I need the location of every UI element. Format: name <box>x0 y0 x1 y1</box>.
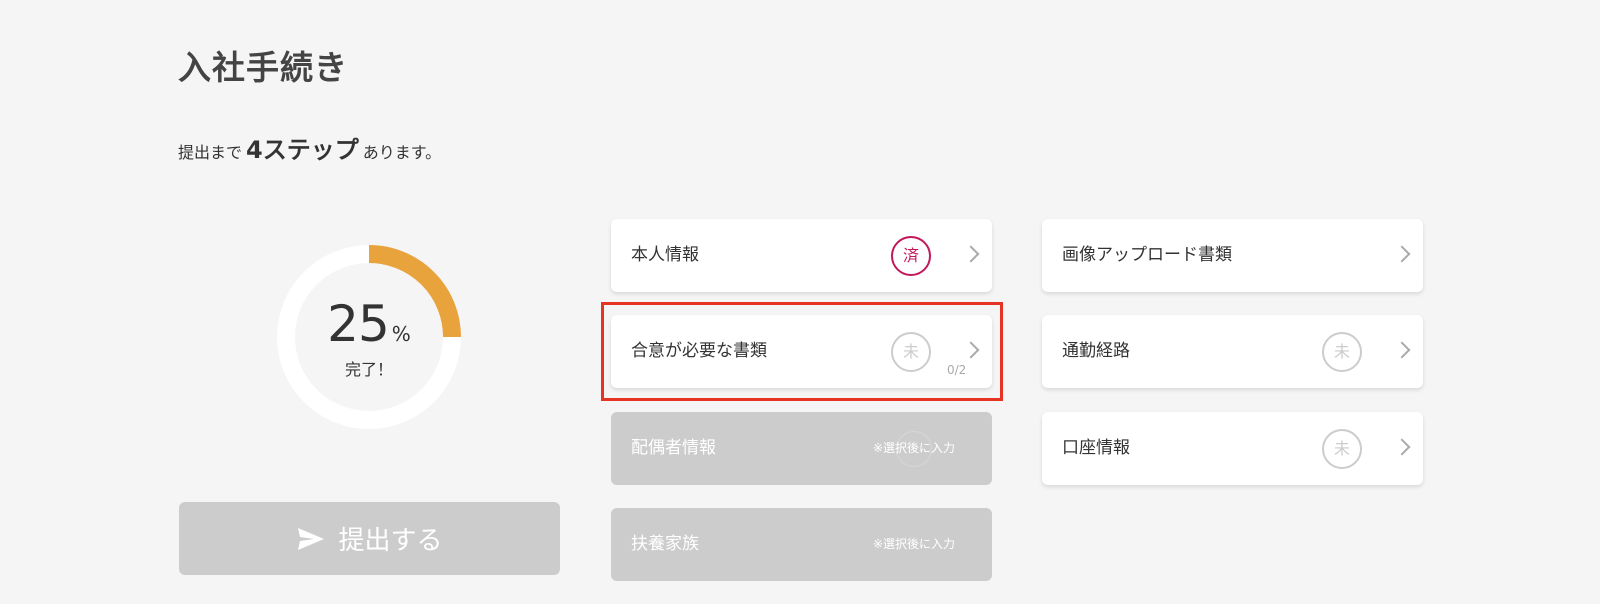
card-label: 画像アップロード書類 <box>1062 245 1232 265</box>
card-personal-info[interactable]: 本人情報 済 <box>611 219 992 292</box>
steps-count: 4ステップ <box>246 136 359 164</box>
progress-number: 25 <box>327 295 390 353</box>
card-consent-documents[interactable]: 合意が必要な書類 未 0/2 <box>611 315 992 388</box>
document-count: 0/2 <box>947 363 967 377</box>
card-image-upload[interactable]: 画像アップロード書類 <box>1042 219 1423 292</box>
card-label: 本人情報 <box>631 245 699 265</box>
card-label: 通勤経路 <box>1062 341 1130 361</box>
page-title: 入社手続き <box>178 48 348 87</box>
submit-button[interactable]: 提出する <box>179 502 560 575</box>
status-badge: 済 <box>891 236 931 276</box>
status-badge: 未 <box>1322 332 1362 372</box>
steps-prefix: 提出まで <box>178 143 243 162</box>
chevron-right-icon <box>1393 438 1411 456</box>
chevron-right-icon <box>1393 341 1411 359</box>
submit-label: 提出する <box>338 526 443 556</box>
card-commute-route[interactable]: 通勤経路 未 <box>1042 315 1423 388</box>
progress-ring: 25% 完了！ <box>276 244 462 430</box>
card-label: 扶養家族 <box>631 534 699 554</box>
card-spouse-info: 配偶者情報 ※選択後に入力 <box>611 412 992 485</box>
card-label: 配偶者情報 <box>631 438 716 458</box>
chevron-right-icon <box>962 245 980 263</box>
card-dependents: 扶養家族 ※選択後に入力 <box>611 508 992 581</box>
progress-label: 完了！ <box>344 360 393 379</box>
status-badge: 未 <box>1322 429 1362 469</box>
card-note: ※選択後に入力 <box>873 537 956 551</box>
chevron-right-icon <box>1393 245 1411 263</box>
progress-value: 25% <box>276 298 462 350</box>
chevron-right-icon <box>962 341 980 359</box>
steps-summary: 提出まで 4ステップ あります。 <box>178 132 441 171</box>
send-icon <box>296 526 326 552</box>
card-label: 合意が必要な書類 <box>631 341 767 361</box>
card-note: ※選択後に入力 <box>873 441 956 455</box>
status-badge: 未 <box>891 332 931 372</box>
card-bank-account[interactable]: 口座情報 未 <box>1042 412 1423 485</box>
steps-suffix: あります。 <box>362 143 442 162</box>
progress-unit: % <box>391 322 411 346</box>
card-label: 口座情報 <box>1062 438 1130 458</box>
